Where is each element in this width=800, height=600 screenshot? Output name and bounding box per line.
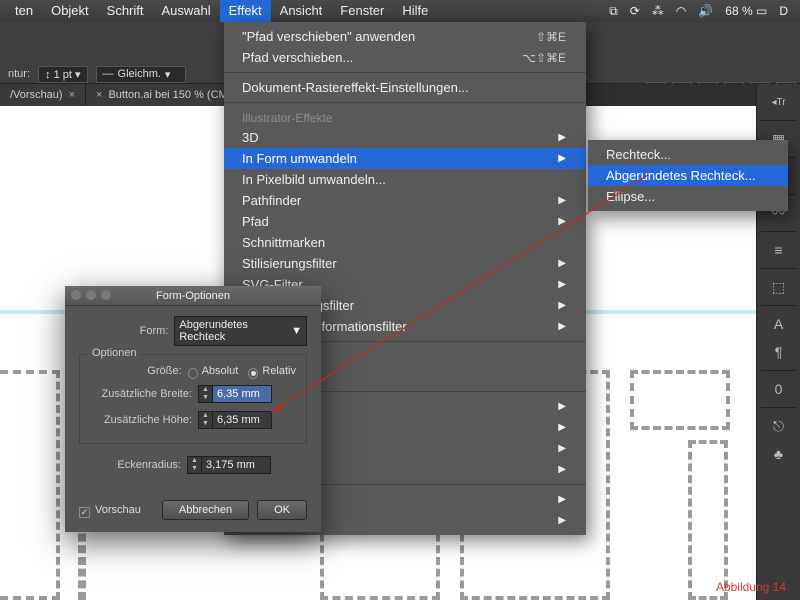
close-icon[interactable]: ×	[96, 89, 102, 101]
dialog-titlebar[interactable]: Form-Optionen	[65, 286, 321, 306]
menu-item-cropmarks[interactable]: Schnittmarken	[224, 232, 586, 253]
stroke-width-select[interactable]: ↕ 1 pt ▾	[38, 66, 88, 83]
dialog-title: Form-Optionen	[156, 290, 230, 302]
cancel-button[interactable]: Abbrechen	[162, 500, 249, 520]
stepper[interactable]: ▲▼	[198, 411, 212, 429]
form-select[interactable]: Abgerundetes Rechteck▼	[174, 316, 307, 346]
shape-outline	[630, 370, 730, 430]
paragraph-icon[interactable]: ¶	[759, 338, 799, 366]
menubar-item[interactable]: Objekt	[42, 0, 98, 22]
chevron-right-icon: ▶	[558, 300, 566, 311]
menubar-item[interactable]: Hilfe	[393, 0, 437, 22]
submenu-item-rounded-rectangle[interactable]: Abgerundetes Rechteck...	[588, 165, 788, 186]
chevron-right-icon: ▶	[558, 464, 566, 475]
submenu-item-ellipse[interactable]: Ellipse...	[588, 186, 788, 207]
zoom-icon[interactable]	[101, 290, 111, 300]
radius-label: Eckenradius:	[79, 459, 187, 471]
chevron-right-icon: ▶	[558, 153, 566, 164]
stroke-icon[interactable]: ≡	[759, 236, 799, 264]
chevron-right-icon: ▶	[558, 195, 566, 206]
submenu-item-rectangle[interactable]: Rechteck...	[588, 144, 788, 165]
options-legend: Optionen	[88, 347, 141, 359]
menubar-item[interactable]: ten	[6, 0, 42, 22]
stroke-label: ntur:	[8, 68, 30, 80]
menubar-item[interactable]: Fenster	[331, 0, 393, 22]
menu-item-apply-last[interactable]: "Pfad verschieben" anwenden⇧⌘E	[224, 26, 586, 47]
extra-width-input[interactable]	[212, 385, 272, 403]
radio-relativ[interactable]	[248, 368, 258, 379]
stepper[interactable]: ▲▼	[187, 456, 201, 474]
radio-relativ-label[interactable]: Relativ	[262, 365, 296, 377]
chevron-right-icon: ▶	[558, 132, 566, 143]
menu-item-convert-to-shape[interactable]: In Form umwandeln▶	[224, 148, 586, 169]
menubar-item[interactable]: Ansicht	[271, 0, 332, 22]
transform-icon[interactable]: 0	[759, 375, 799, 403]
chevron-right-icon: ▶	[558, 422, 566, 433]
menu-item-stylize[interactable]: Stilisierungsfilter▶	[224, 253, 586, 274]
sync-icon[interactable]: ⟳	[624, 4, 646, 18]
menubar-item[interactable]: Schrift	[98, 0, 153, 22]
chevron-right-icon: ▶	[558, 494, 566, 505]
symbol-icon[interactable]: ♣	[759, 440, 799, 468]
preview-checkbox[interactable]: ✓	[79, 507, 90, 518]
form-label: Form:	[79, 325, 174, 337]
radio-absolut-label[interactable]: Absolut	[202, 365, 239, 377]
menu-item-last-effect[interactable]: Pfad verschieben...⌥⇧⌘E	[224, 47, 586, 68]
chevron-right-icon: ▶	[558, 279, 566, 290]
menu-item-path[interactable]: Pfad▶	[224, 211, 586, 232]
document-tab[interactable]: /Vorschau)×	[0, 84, 86, 106]
menu-item-raster-settings[interactable]: Dokument-Rastereffekt-Einstellungen...	[224, 77, 586, 98]
chevron-right-icon: ▶	[558, 258, 566, 269]
chevron-right-icon: ▶	[558, 443, 566, 454]
link-icon[interactable]: ⎋	[759, 412, 799, 440]
chevron-right-icon: ▶	[558, 321, 566, 332]
radius-input[interactable]	[201, 456, 271, 474]
bluetooth-icon[interactable]: ⁂	[646, 4, 670, 18]
wifi-icon[interactable]: ◠	[670, 4, 692, 18]
chevron-right-icon: ▶	[558, 401, 566, 412]
volume-icon[interactable]: 🔊	[692, 4, 719, 18]
minimize-icon[interactable]	[86, 290, 96, 300]
extra-width-label: Zusätzliche Breite:	[90, 388, 198, 400]
menubar: ten Objekt Schrift Auswahl Effekt Ansich…	[0, 0, 800, 22]
artboard-icon[interactable]: ⬚	[759, 273, 799, 301]
ok-button[interactable]: OK	[257, 500, 307, 520]
stroke-dash-select[interactable]: — Gleichm. ▾	[96, 66, 186, 83]
shape-outline	[688, 440, 728, 600]
stepper[interactable]: ▲▼	[198, 385, 212, 403]
form-options-dialog: Form-Optionen Form: Abgerundetes Rechtec…	[65, 286, 321, 532]
panel-tab[interactable]: ◂ Tr	[759, 88, 799, 116]
shape-submenu: Rechteck... Abgerundetes Rechteck... Ell…	[588, 140, 788, 211]
preview-label[interactable]: Vorschau	[95, 504, 141, 516]
menu-item-rasterize[interactable]: In Pixelbild umwandeln...	[224, 169, 586, 190]
size-label: Größe:	[90, 365, 188, 377]
menubar-item-effekt[interactable]: Effekt	[220, 0, 271, 22]
menu-extra[interactable]: D	[773, 4, 794, 18]
chevron-down-icon: ▼	[291, 325, 302, 337]
extra-height-label: Zusätzliche Höhe:	[90, 414, 198, 426]
battery-status[interactable]: 68 % ▭	[719, 4, 773, 18]
figure-caption: Abbildung 14	[716, 580, 786, 594]
type-icon[interactable]: A	[759, 310, 799, 338]
menu-item-pathfinder[interactable]: Pathfinder▶	[224, 190, 586, 211]
shape-outline	[0, 370, 60, 600]
close-icon[interactable]: ×	[69, 89, 75, 101]
extra-height-input[interactable]	[212, 411, 272, 429]
close-icon[interactable]	[71, 290, 81, 300]
chevron-right-icon: ▶	[558, 216, 566, 227]
menubar-item[interactable]: Auswahl	[153, 0, 220, 22]
menu-item-3d[interactable]: 3D▶	[224, 127, 586, 148]
menu-section: Illustrator-Effekte	[224, 107, 586, 127]
chevron-right-icon: ▶	[558, 515, 566, 526]
dropbox-icon[interactable]: ⧉	[603, 4, 624, 19]
radio-absolut[interactable]	[188, 368, 198, 379]
